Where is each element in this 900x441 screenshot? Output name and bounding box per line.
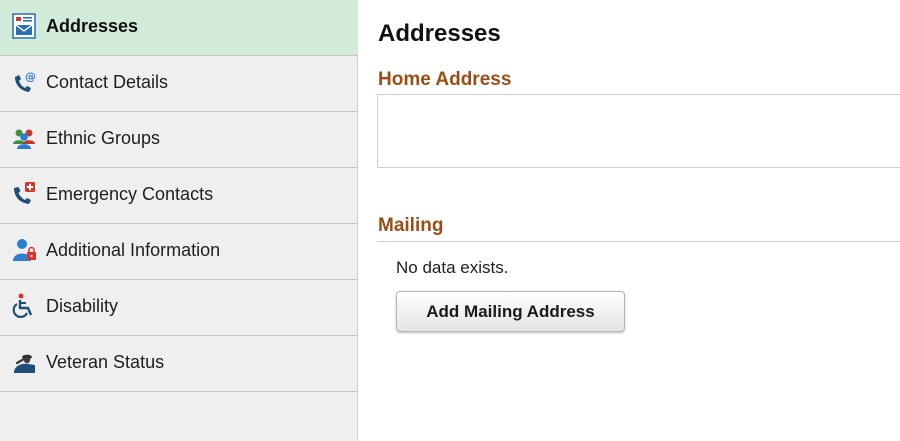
sidebar-item-label: Disability (46, 296, 119, 316)
veteran-salute-icon (10, 348, 38, 376)
sidebar-item-disability[interactable]: Disability (0, 280, 358, 336)
no-data-message: No data exists. (396, 258, 509, 277)
person-lock-icon (10, 236, 38, 264)
add-mailing-address-button[interactable]: Add Mailing Address (396, 291, 625, 332)
home-address-heading: Home Address (378, 69, 512, 90)
phone-at-icon: @ (10, 68, 38, 96)
sidebar-item-label: Addresses (46, 16, 139, 36)
sidebar-item-label: Additional Information (46, 240, 221, 260)
sidebar-item-label: Veteran Status (46, 352, 165, 372)
mailing-divider (377, 241, 900, 242)
sidebar-item-additional-information[interactable]: Additional Information (0, 224, 358, 280)
page-title: Addresses (378, 20, 501, 47)
sidebar-item-emergency-contacts[interactable]: Emergency Contacts (0, 168, 358, 224)
mailing-heading: Mailing (378, 215, 444, 236)
sidebar: Addresses @ Contact Details Ethnic Group… (0, 0, 358, 441)
phone-medical-icon (10, 180, 38, 208)
address-card-icon (10, 12, 38, 40)
home-address-panel (377, 94, 900, 168)
wheelchair-icon (10, 292, 38, 320)
svg-text:@: @ (25, 70, 36, 83)
sidebar-item-label: Emergency Contacts (46, 184, 214, 204)
people-group-icon (10, 124, 38, 152)
sidebar-item-label: Ethnic Groups (46, 128, 161, 148)
sidebar-item-contact-details[interactable]: @ Contact Details (0, 56, 358, 112)
sidebar-item-ethnic-groups[interactable]: Ethnic Groups (0, 112, 358, 168)
sidebar-item-veteran-status[interactable]: Veteran Status (0, 336, 358, 392)
sidebar-item-label: Contact Details (46, 72, 169, 92)
main-content: Addresses Home Address Mailing No data e… (359, 0, 900, 441)
sidebar-item-addresses[interactable]: Addresses (0, 0, 358, 56)
